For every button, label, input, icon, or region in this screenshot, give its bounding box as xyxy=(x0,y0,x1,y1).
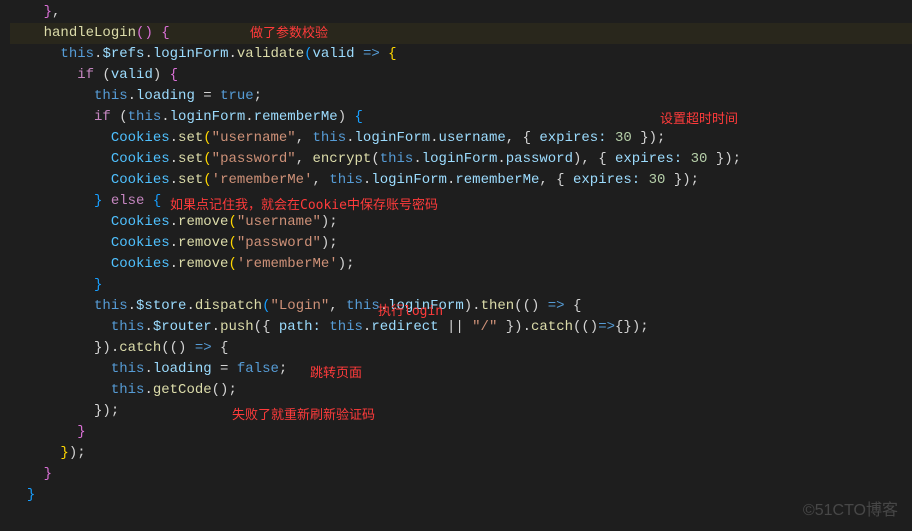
annotation-redirect: 跳转页面 xyxy=(310,363,362,384)
watermark: ©51CTO博客 xyxy=(803,500,898,521)
code-line[interactable]: } xyxy=(10,464,912,485)
annotation-timeout: 设置超时时间 xyxy=(660,109,738,130)
code-line[interactable]: this.getCode(); xyxy=(10,380,912,401)
code-line[interactable]: handleLogin() { xyxy=(10,23,912,44)
code-line[interactable]: Cookies.set('rememberMe', this.loginForm… xyxy=(10,170,912,191)
code-line[interactable]: Cookies.set("username", this.loginForm.u… xyxy=(10,128,912,149)
code-line[interactable]: Cookies.remove('rememberMe'); xyxy=(10,254,912,275)
code-line[interactable]: if (valid) { xyxy=(10,65,912,86)
code-line[interactable]: }).catch(() => { xyxy=(10,338,912,359)
code-line[interactable]: }); xyxy=(10,401,912,422)
code-line[interactable]: } xyxy=(10,485,912,506)
code-line[interactable]: }); xyxy=(10,443,912,464)
code-line[interactable]: this.$refs.loginForm.validate(valid => { xyxy=(10,44,912,65)
annotation-param-check: 做了参数校验 xyxy=(250,23,328,44)
code-line[interactable]: this.$router.push({ path: this.redirect … xyxy=(10,317,912,338)
code-line[interactable]: this.loading = false; xyxy=(10,359,912,380)
code-line[interactable]: Cookies.remove("password"); xyxy=(10,233,912,254)
code-line[interactable]: } else { xyxy=(10,191,912,212)
code-line[interactable]: } xyxy=(10,422,912,443)
annotation-exec-login: 执行login xyxy=(378,301,443,322)
annotation-refresh-captcha: 失败了就重新刷新验证码 xyxy=(232,405,375,426)
code-line[interactable]: Cookies.set("password", encrypt(this.log… xyxy=(10,149,912,170)
code-line[interactable]: Cookies.remove("username"); xyxy=(10,212,912,233)
code-editor[interactable]: }, handleLogin() { this.$refs.loginForm.… xyxy=(0,0,912,506)
code-line[interactable]: }, xyxy=(10,2,912,23)
annotation-cookie-save: 如果点记住我，就会在Cookie中保存账号密码 xyxy=(170,195,438,216)
code-line[interactable]: if (this.loginForm.rememberMe) { xyxy=(10,107,912,128)
code-line[interactable]: } xyxy=(10,275,912,296)
code-line[interactable]: this.loading = true; xyxy=(10,86,912,107)
code-line[interactable]: this.$store.dispatch("Login", this.login… xyxy=(10,296,912,317)
